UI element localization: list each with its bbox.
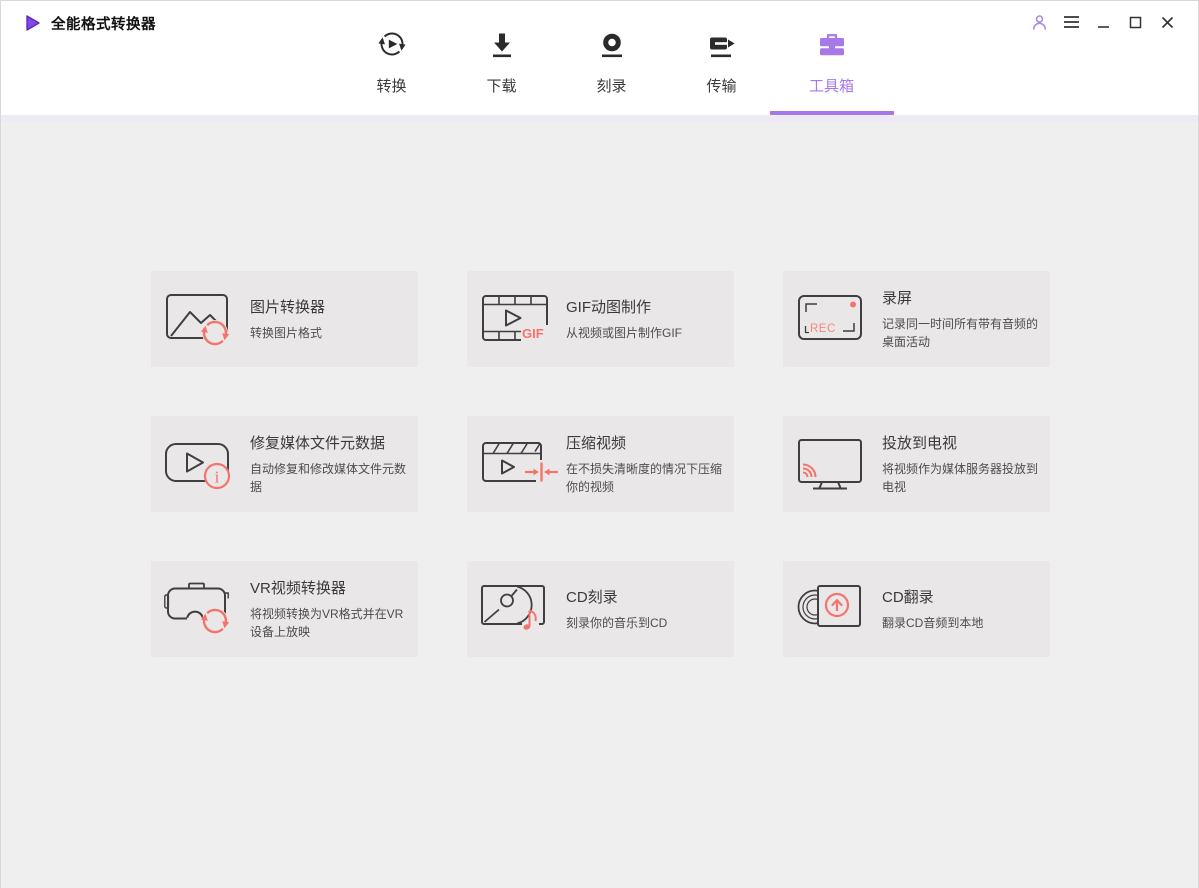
info-badge: i (215, 468, 220, 487)
tab-convert[interactable]: 转换 (341, 31, 443, 96)
card-title: 录屏 (882, 290, 913, 308)
tab-download-label: 下载 (486, 78, 517, 95)
card-desc: 刻录你的音乐到CD (566, 615, 668, 630)
card-desc: 记录同一时间所有带有音频的桌面活动 (882, 317, 1039, 349)
gif-maker-icon: GIF (480, 291, 560, 347)
card-desc: 从视频或图片制作GIF (566, 325, 682, 340)
play-logo-icon (24, 14, 42, 32)
card-image-converter[interactable]: 图片转换器 转换图片格式 (151, 271, 418, 367)
tab-toolbox[interactable]: 工具箱 (769, 31, 894, 115)
burn-icon (597, 31, 627, 66)
header: 全能格式转换器 转换 下载 刻录 传输 工具箱 (1, 1, 1198, 115)
cast-to-tv-icon (796, 436, 876, 492)
tool-card-grid: 图片转换器 转换图片格式 GIF GIF动图制作 从视频或图片制作GIF REC… (1, 122, 1198, 657)
card-desc: 将视频转换为VR格式并在VR设备上放映 (250, 607, 404, 639)
card-cd-rip[interactable]: CD翻录 翻录CD音频到本地 (783, 561, 1050, 657)
card-vr-converter[interactable]: VR视频转换器 将视频转换为VR格式并在VR设备上放映 (151, 561, 418, 657)
card-desc: 自动修复和修改媒体文件元数据 (250, 462, 407, 494)
card-title: 压缩视频 (566, 435, 627, 453)
card-title: CD翻录 (882, 588, 934, 606)
screen-recorder-icon: REC (796, 291, 876, 347)
compress-video-icon (480, 436, 560, 492)
fix-metadata-icon: i (164, 436, 244, 492)
card-title: VR视频转换器 (250, 580, 346, 598)
card-fix-metadata[interactable]: i 修复媒体文件元数据 自动修复和修改媒体文件元数据 (151, 416, 418, 512)
card-title: 修复媒体文件元数据 (250, 435, 386, 453)
main-nav: 转换 下载 刻录 传输 工具箱 (13, 31, 1199, 115)
download-icon (487, 31, 517, 66)
card-desc: 在不损失清晰度的情况下压缩你的视频 (566, 462, 723, 494)
card-title: 图片转换器 (250, 298, 326, 316)
card-desc: 翻录CD音频到本地 (882, 615, 984, 630)
toolbox-panel: 图片转换器 转换图片格式 GIF GIF动图制作 从视频或图片制作GIF REC… (1, 122, 1198, 888)
active-tab-underline (769, 111, 894, 115)
card-cd-burn[interactable]: CD刻录 刻录你的音乐到CD (467, 561, 734, 657)
card-screen-recorder[interactable]: REC 录屏 记录同一时间所有带有音频的桌面活动 (783, 271, 1050, 367)
tab-burn[interactable]: 刻录 (561, 31, 663, 96)
cd-burn-icon (480, 581, 560, 637)
card-desc: 将视频作为媒体服务器投放到电视 (882, 462, 1039, 494)
card-title: CD刻录 (566, 588, 618, 606)
toolbox-icon (817, 31, 847, 66)
vr-converter-icon (164, 581, 244, 637)
card-desc: 转换图片格式 (250, 325, 323, 340)
tab-transfer-label: 传输 (706, 78, 737, 95)
tab-transfer[interactable]: 传输 (671, 31, 773, 96)
cd-rip-icon (796, 581, 876, 637)
header-divider (1, 115, 1198, 122)
convert-icon (377, 31, 407, 66)
rec-badge: REC (810, 323, 836, 335)
card-title: 投放到电视 (882, 435, 958, 453)
transfer-icon (707, 31, 737, 66)
gif-badge: GIF (522, 326, 544, 341)
tab-burn-label: 刻录 (596, 78, 627, 95)
tab-toolbox-label: 工具箱 (808, 78, 854, 95)
app-window: 全能格式转换器 转换 下载 刻录 传输 工具箱 图片转换器 转换图片格式 GIF… (0, 0, 1199, 888)
image-converter-icon (164, 291, 244, 347)
card-compress-video[interactable]: 压缩视频 在不损失清晰度的情况下压缩你的视频 (467, 416, 734, 512)
tab-convert-label: 转换 (376, 78, 407, 95)
tab-download[interactable]: 下载 (451, 31, 553, 96)
card-title: GIF动图制作 (566, 298, 651, 316)
card-cast-to-tv[interactable]: 投放到电视 将视频作为媒体服务器投放到电视 (783, 416, 1050, 512)
card-gif-maker[interactable]: GIF GIF动图制作 从视频或图片制作GIF (467, 271, 734, 367)
